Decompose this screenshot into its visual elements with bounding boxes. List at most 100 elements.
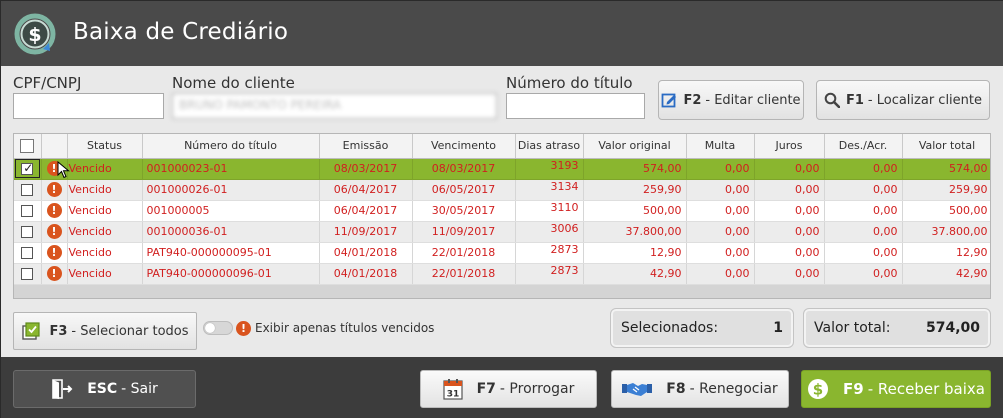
cell-status: Vencido (67, 221, 143, 243)
cell-interest: 0,00 (754, 263, 825, 285)
cell-discount: 0,00 (824, 242, 903, 264)
renegotiate-button[interactable]: F8 - Renegociar (611, 370, 789, 408)
select-all-key: F3 (49, 323, 68, 339)
column-header-issue-date[interactable]: Emissão (319, 134, 413, 159)
row-checkbox-cell[interactable] (14, 200, 42, 222)
column-header-interest[interactable]: Juros (754, 134, 825, 159)
row-alert-cell: ! (41, 221, 68, 243)
select-all-button[interactable]: F3 - Selecionar todos (13, 312, 197, 350)
row-checkbox-cell[interactable] (14, 263, 42, 285)
total-label: Valor total: (814, 320, 891, 336)
table-row[interactable]: ! Vencido 001000026-01 06/04/2017 06/05/… (14, 179, 990, 201)
client-name-input[interactable]: BRUNO PAMONTO PEREIRA (172, 93, 497, 119)
cell-number: 001000023-01 (142, 158, 320, 180)
row-checkbox-cell[interactable] (14, 158, 42, 180)
receive-key: F9 (843, 380, 864, 398)
select-all-checkbox-header[interactable] (14, 134, 42, 159)
column-header-original-value[interactable]: Valor original (583, 134, 687, 159)
titles-table: Status Número do título Emissão Vencimen… (14, 134, 990, 285)
cell-days-late: 3110 (515, 200, 584, 222)
extend-button[interactable]: 31 F7 - Prorrogar (420, 370, 597, 408)
row-alert-cell: ! (41, 242, 68, 264)
exit-key: ESC (87, 381, 118, 397)
cell-discount: 0,00 (824, 221, 903, 243)
cell-days-late: 3006 (515, 221, 584, 243)
cell-discount: 0,00 (824, 200, 903, 222)
cell-number: 001000036-01 (142, 221, 320, 243)
cell-total-value: 574,00 (902, 158, 990, 180)
row-checkbox[interactable] (21, 226, 34, 238)
row-checkbox[interactable] (21, 247, 34, 259)
cell-discount: 0,00 (824, 158, 903, 180)
extend-key: F7 (476, 381, 496, 397)
column-header-fine[interactable]: Multa (686, 134, 755, 159)
warning-icon: ! (46, 245, 62, 260)
window-title: Baixa de Crediário (73, 19, 289, 45)
row-checkbox-cell[interactable] (14, 179, 42, 201)
receive-payment-button[interactable]: $ F9 - Receber baixa (801, 370, 991, 408)
cell-discount: 0,00 (824, 263, 903, 285)
checkbox-list-icon (22, 322, 41, 340)
table-row[interactable]: ! Vencido PAT940-000000095-01 04/01/2018… (14, 242, 990, 264)
cell-number: PAT940-000000096-01 (142, 263, 320, 285)
cell-fine: 0,00 (686, 221, 755, 243)
cell-due-date: 08/03/2017 (412, 158, 516, 180)
renegotiate-label: - Renegociar (689, 381, 778, 397)
exit-button[interactable]: ESC - Sair (13, 370, 196, 408)
column-header-number[interactable]: Número do título (142, 134, 320, 159)
cell-status: Vencido (67, 263, 143, 285)
cell-interest: 0,00 (754, 221, 825, 243)
cell-due-date: 22/01/2018 (412, 263, 516, 285)
header-checkbox[interactable] (20, 138, 35, 153)
cell-total-value: 259,90 (902, 179, 990, 201)
table-row[interactable]: ! Vencido 001000005 06/04/2017 30/05/201… (14, 200, 990, 222)
cell-total-value: 42,90 (902, 263, 990, 285)
column-header-status[interactable]: Status (67, 134, 143, 159)
warning-icon: ! (46, 224, 62, 239)
cell-number: 001000005 (142, 200, 320, 222)
cell-due-date: 30/05/2017 (412, 200, 516, 222)
footer-bar: ESC - Sair 31 F7 - Prorrogar F8 - Renego (1, 357, 1003, 418)
find-client-key: F1 (845, 92, 864, 108)
cell-original-value: 574,00 (583, 158, 687, 180)
cell-status: Vencido (67, 179, 143, 201)
warning-icon: ! (46, 182, 62, 197)
cpf-input[interactable] (13, 93, 164, 119)
table-row[interactable]: ! Vencido 001000036-01 11/09/2017 11/09/… (14, 221, 990, 243)
exit-door-icon (52, 379, 73, 399)
column-header-due-date[interactable]: Vencimento (412, 134, 516, 159)
dollar-coin-icon: $ (808, 379, 829, 399)
edit-icon (662, 93, 677, 108)
table-row[interactable]: ! Vencido PAT940-000000096-01 04/01/2018… (14, 263, 990, 285)
only-overdue-toggle[interactable] (203, 321, 233, 335)
column-header-discount[interactable]: Des./Acr. (824, 134, 903, 159)
cell-issue-date: 04/01/2018 (319, 263, 413, 285)
calendar-day: 31 (446, 390, 459, 400)
cell-status: Vencido (67, 200, 143, 222)
cell-total-value: 37.800,00 (902, 221, 990, 243)
row-checkbox[interactable] (21, 161, 33, 175)
only-overdue-label: Exibir apenas títulos vencidos (255, 321, 435, 335)
mouse-cursor-icon (57, 161, 70, 179)
icon-column-header (41, 134, 68, 159)
column-header-total-value[interactable]: Valor total (902, 134, 990, 159)
total-value-box: Valor total: 574,00 (803, 308, 991, 348)
row-checkbox-cell[interactable] (14, 242, 42, 264)
table-row[interactable]: ! Vencido 001000023-01 08/03/2017 08/03/… (14, 158, 990, 180)
row-checkbox-cell[interactable] (14, 221, 42, 243)
column-header-days-late[interactable]: Dias atraso (515, 134, 584, 159)
row-checkbox[interactable] (21, 268, 34, 280)
cell-issue-date: 06/04/2017 (319, 200, 413, 222)
row-alert-cell: ! (41, 179, 68, 201)
edit-client-button[interactable]: F2 - Editar cliente (658, 80, 804, 120)
cell-issue-date: 08/03/2017 (319, 158, 413, 180)
cell-issue-date: 06/04/2017 (319, 179, 413, 201)
title-number-input[interactable] (506, 93, 645, 119)
cell-interest: 0,00 (754, 200, 825, 222)
cell-fine: 0,00 (686, 179, 755, 201)
find-client-button[interactable]: F1 - Localizar cliente (816, 80, 990, 120)
row-checkbox[interactable] (21, 184, 34, 196)
cell-issue-date: 04/01/2018 (319, 242, 413, 264)
money-cycle-icon: $ (14, 13, 56, 55)
row-checkbox[interactable] (21, 205, 34, 217)
